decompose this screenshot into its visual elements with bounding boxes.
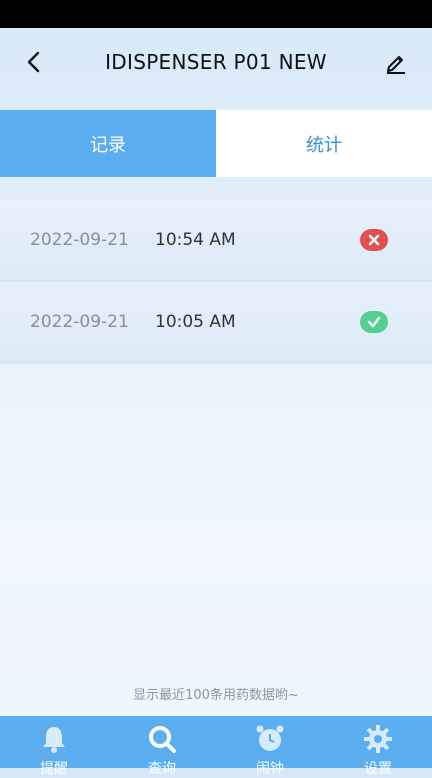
nav-label: 设置 bbox=[364, 761, 392, 777]
x-icon bbox=[368, 234, 380, 246]
record-date: 2022-09-21 bbox=[30, 230, 129, 250]
record-row[interactable]: 2022-09-21 10:05 AM bbox=[0, 282, 432, 362]
status-failed-badge bbox=[360, 229, 388, 251]
footer-note: 显示最近100条用药数据哟~ bbox=[133, 688, 299, 703]
status-bar bbox=[0, 0, 432, 28]
record-list: 2022-09-21 10:54 AM 2022-09-21 10:05 AM bbox=[0, 200, 432, 364]
bottom-nav: 提醒 查询 闹钟 设置 bbox=[0, 716, 432, 777]
edit-button[interactable] bbox=[380, 46, 412, 78]
tab-bar: 记录 统计 bbox=[0, 110, 432, 177]
record-date: 2022-09-21 bbox=[30, 312, 129, 332]
record-time: 10:05 AM bbox=[155, 312, 236, 332]
pencil-icon bbox=[387, 56, 405, 74]
nav-item-alarm[interactable]: 闹钟 bbox=[216, 716, 324, 777]
status-success-badge bbox=[360, 311, 388, 333]
chevron-left-icon bbox=[27, 51, 40, 73]
nav-label: 查询 bbox=[148, 761, 176, 777]
search-icon bbox=[149, 726, 176, 753]
tab-statistics-label: 统计 bbox=[306, 134, 342, 156]
nav-label: 提醒 bbox=[40, 761, 68, 777]
nav-item-settings[interactable]: 设置 bbox=[324, 716, 432, 777]
tab-records[interactable]: 记录 bbox=[0, 110, 216, 177]
tab-records-label: 记录 bbox=[90, 134, 126, 156]
nav-item-query[interactable]: 查询 bbox=[108, 716, 216, 777]
tab-statistics[interactable]: 统计 bbox=[216, 110, 432, 177]
record-time: 10:54 AM bbox=[155, 230, 236, 250]
alarm-clock-icon bbox=[256, 725, 284, 751]
page-title: IDISPENSER P01 NEW bbox=[105, 50, 327, 74]
gear-icon bbox=[364, 725, 392, 753]
nav-label: 闹钟 bbox=[256, 761, 284, 777]
check-icon bbox=[367, 316, 381, 328]
app-header: IDISPENSER P01 NEW bbox=[0, 28, 432, 110]
back-button[interactable] bbox=[18, 46, 50, 78]
nav-item-reminder[interactable]: 提醒 bbox=[0, 716, 108, 777]
record-row[interactable]: 2022-09-21 10:54 AM bbox=[0, 200, 432, 280]
bell-icon bbox=[43, 727, 65, 753]
